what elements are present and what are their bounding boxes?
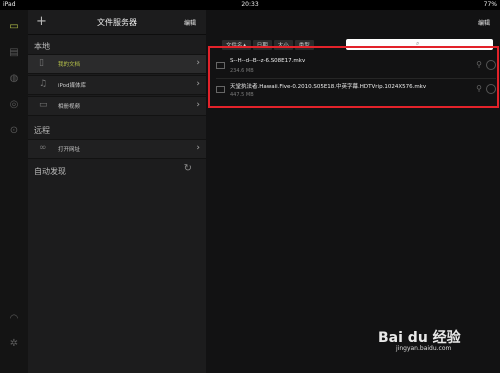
globe-icon[interactable]: ◍ [6, 70, 22, 86]
status-bar: iPad 20:33 77% [0, 0, 500, 10]
icon-rail: ▭ ▤ ◍ ◎ ⊙ ◠ ✲ [0, 10, 29, 373]
sidebar-item-label: iPod媒体库 [58, 83, 87, 89]
sidebar-item-label: 我的文档 [58, 62, 81, 68]
link-icon: ∞ [39, 143, 47, 153]
file-pane: 编辑 文件名▲ 日期 大小 类型 ⌕ S--H--d--B--z-6.S08E1… [206, 10, 500, 373]
sidebar-item-label: 相册视频 [58, 104, 81, 110]
compass-icon[interactable]: ◎ [6, 96, 22, 112]
app-window: iPad 20:33 77% ▭ ▤ ◍ ◎ ⊙ ◠ ✲ + 文件服务器 编辑 … [0, 0, 500, 373]
sidebar-item-my-documents[interactable]: ▯ 我的文档 › [28, 54, 206, 74]
video-icon: ▭ [39, 100, 48, 110]
file-pane-edit-button[interactable]: 编辑 [478, 18, 490, 27]
chevron-right-icon: › [196, 79, 200, 89]
document-icon: ▯ [39, 58, 44, 68]
watermark-url: jingyan.baidu.com [396, 345, 452, 352]
sidebar-edit-button[interactable]: 编辑 [184, 18, 196, 27]
sidebar-title: 文件服务器 [97, 18, 137, 27]
section-local: 本地 [34, 42, 50, 51]
chevron-right-icon: › [196, 143, 200, 153]
clock: 20:33 [241, 1, 259, 8]
folder-icon[interactable]: ▭ [6, 18, 22, 34]
chevron-right-icon: › [196, 58, 200, 68]
battery-level: 77% [483, 1, 497, 8]
section-remote: 远程 [34, 126, 50, 135]
sidebar: + 文件服务器 编辑 本地 ▯ 我的文档 › ♫ iPod媒体库 › ▭ 相册视… [28, 10, 206, 373]
file-pane-header: 编辑 [206, 10, 500, 34]
download-icon[interactable]: ⊙ [6, 122, 22, 138]
wifi-icon[interactable]: ◠ [6, 310, 22, 326]
sidebar-item-ipod-library[interactable]: ♫ iPod媒体库 › [28, 75, 206, 95]
section-auto-discover: 自动发现 [34, 167, 66, 176]
baidu-watermark: Bai du 经验 jingyan.baidu.com [378, 327, 488, 353]
annotation-highlight-box [208, 46, 499, 108]
chevron-right-icon: › [196, 100, 200, 110]
sidebar-header: + 文件服务器 编辑 [28, 10, 206, 35]
music-note-icon: ♫ [39, 79, 48, 89]
sidebar-item-photo-video[interactable]: ▭ 相册视频 › [28, 96, 206, 116]
watermark-brand: Bai du 经验 [378, 330, 461, 346]
sidebar-item-label: 打开网址 [58, 147, 81, 153]
document-icon[interactable]: ▤ [6, 44, 22, 60]
sidebar-item-open-url[interactable]: ∞ 打开网址 › [28, 139, 206, 159]
refresh-icon[interactable]: ↻ [184, 163, 192, 174]
settings-icon[interactable]: ✲ [6, 335, 22, 351]
